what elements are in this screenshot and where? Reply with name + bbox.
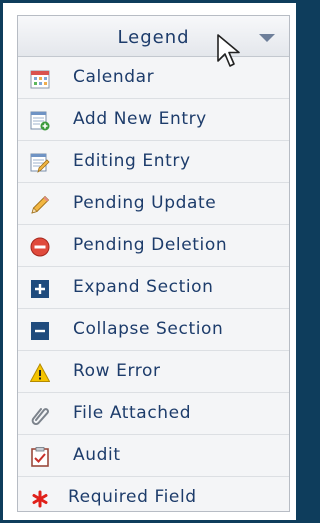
legend-item-row-error: Row Error — [18, 351, 289, 393]
legend-item-label: Audit — [73, 445, 121, 465]
legend-item-add-new-entry: Add New Entry — [18, 99, 289, 141]
legend-item-label: Add New Entry — [73, 109, 207, 129]
legend-header[interactable]: Legend — [18, 16, 289, 57]
window-frame: Legend Calendar Add New Entry Editing En… — [3, 3, 296, 520]
legend-item-label: Calendar — [73, 67, 155, 87]
clipboard-icon — [31, 447, 49, 467]
mouse-cursor-icon — [217, 34, 240, 67]
legend-item-expand-section: Expand Section — [18, 267, 289, 309]
minus-circle-icon — [30, 237, 50, 257]
legend-item-pending-deletion: Pending Deletion — [18, 225, 289, 267]
legend-item-label: Row Error — [73, 361, 161, 381]
legend-title: Legend — [117, 27, 190, 48]
legend-item-label: Editing Entry — [73, 151, 191, 171]
legend-item-file-attached: File Attached — [18, 393, 289, 435]
edit-entry-icon — [30, 153, 50, 173]
legend-item-editing-entry: Editing Entry — [18, 141, 289, 183]
legend-item-label: Pending Deletion — [73, 235, 228, 255]
plus-square-icon — [31, 280, 49, 298]
chevron-down-icon[interactable] — [259, 34, 275, 42]
pencil-icon — [31, 195, 50, 214]
legend-item-label: Collapse Section — [73, 319, 224, 339]
calendar-icon — [30, 70, 50, 89]
legend-item-label: File Attached — [73, 403, 192, 423]
legend-item-calendar: Calendar — [18, 57, 289, 99]
legend-item-required-field: Required Field — [18, 477, 289, 519]
warning-icon — [30, 363, 50, 382]
add-entry-icon — [30, 111, 50, 131]
legend-panel: Legend Calendar Add New Entry Editing En… — [17, 15, 290, 512]
asterisk-icon — [32, 490, 48, 508]
legend-item-label: Pending Update — [73, 193, 217, 213]
minus-square-icon — [31, 322, 49, 340]
legend-list: Calendar Add New Entry Editing Entry Pen… — [18, 57, 289, 519]
legend-item-audit: Audit — [18, 435, 289, 477]
paperclip-icon — [31, 408, 49, 425]
legend-item-label: Required Field — [68, 487, 197, 507]
legend-item-collapse-section: Collapse Section — [18, 309, 289, 351]
legend-item-pending-update: Pending Update — [18, 183, 289, 225]
legend-item-label: Expand Section — [73, 277, 214, 297]
